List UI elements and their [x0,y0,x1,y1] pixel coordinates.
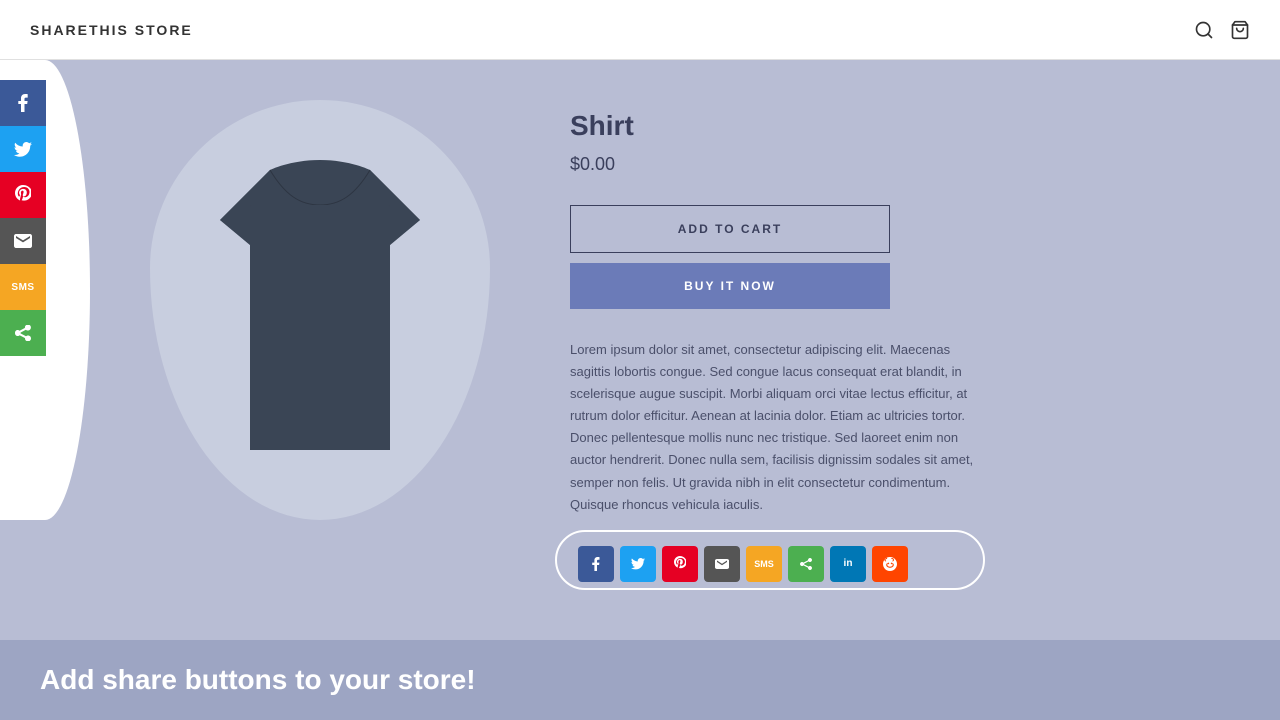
product-image [180,130,460,490]
share-reddit-button[interactable] [872,546,908,582]
product-details: Shirt $0.00 ADD TO CART BUY IT NOW Lorem… [570,100,1200,588]
product-image-area [130,100,510,520]
buy-now-button[interactable]: BUY IT NOW [570,263,890,309]
side-social-bar: SMS [0,80,46,356]
site-logo: SHARETHIS STORE [30,22,193,38]
side-sms-button[interactable]: SMS [0,264,46,310]
site-header: SHARETHIS STORE [0,0,1280,60]
search-icon[interactable] [1194,20,1214,40]
share-sms-button[interactable]: SMS [746,546,782,582]
share-email-button[interactable] [704,546,740,582]
side-twitter-button[interactable] [0,126,46,172]
header-actions [1194,20,1250,40]
share-linkedin-button[interactable]: in [830,546,866,582]
share-buttons-container: SMS in [570,540,916,588]
product-image-background [150,100,490,520]
bottom-banner: Add share buttons to your store! [0,640,1280,720]
product-description: Lorem ipsum dolor sit amet, consectetur … [570,339,990,516]
main-content: Shirt $0.00 ADD TO CART BUY IT NOW Lorem… [0,60,1280,628]
bottom-banner-text: Add share buttons to your store! [40,664,476,696]
share-twitter-button[interactable] [620,546,656,582]
product-price: $0.00 [570,154,1200,175]
side-email-button[interactable] [0,218,46,264]
side-pinterest-button[interactable] [0,172,46,218]
product-title: Shirt [570,110,1200,142]
share-facebook-button[interactable] [578,546,614,582]
side-social-buttons: SMS [0,80,46,356]
share-generic-button[interactable] [788,546,824,582]
share-buttons-row: SMS in [570,540,916,588]
side-share-button[interactable] [0,310,46,356]
share-pinterest-button[interactable] [662,546,698,582]
side-facebook-button[interactable] [0,80,46,126]
add-to-cart-button[interactable]: ADD TO CART [570,205,890,253]
cart-icon[interactable] [1230,20,1250,40]
